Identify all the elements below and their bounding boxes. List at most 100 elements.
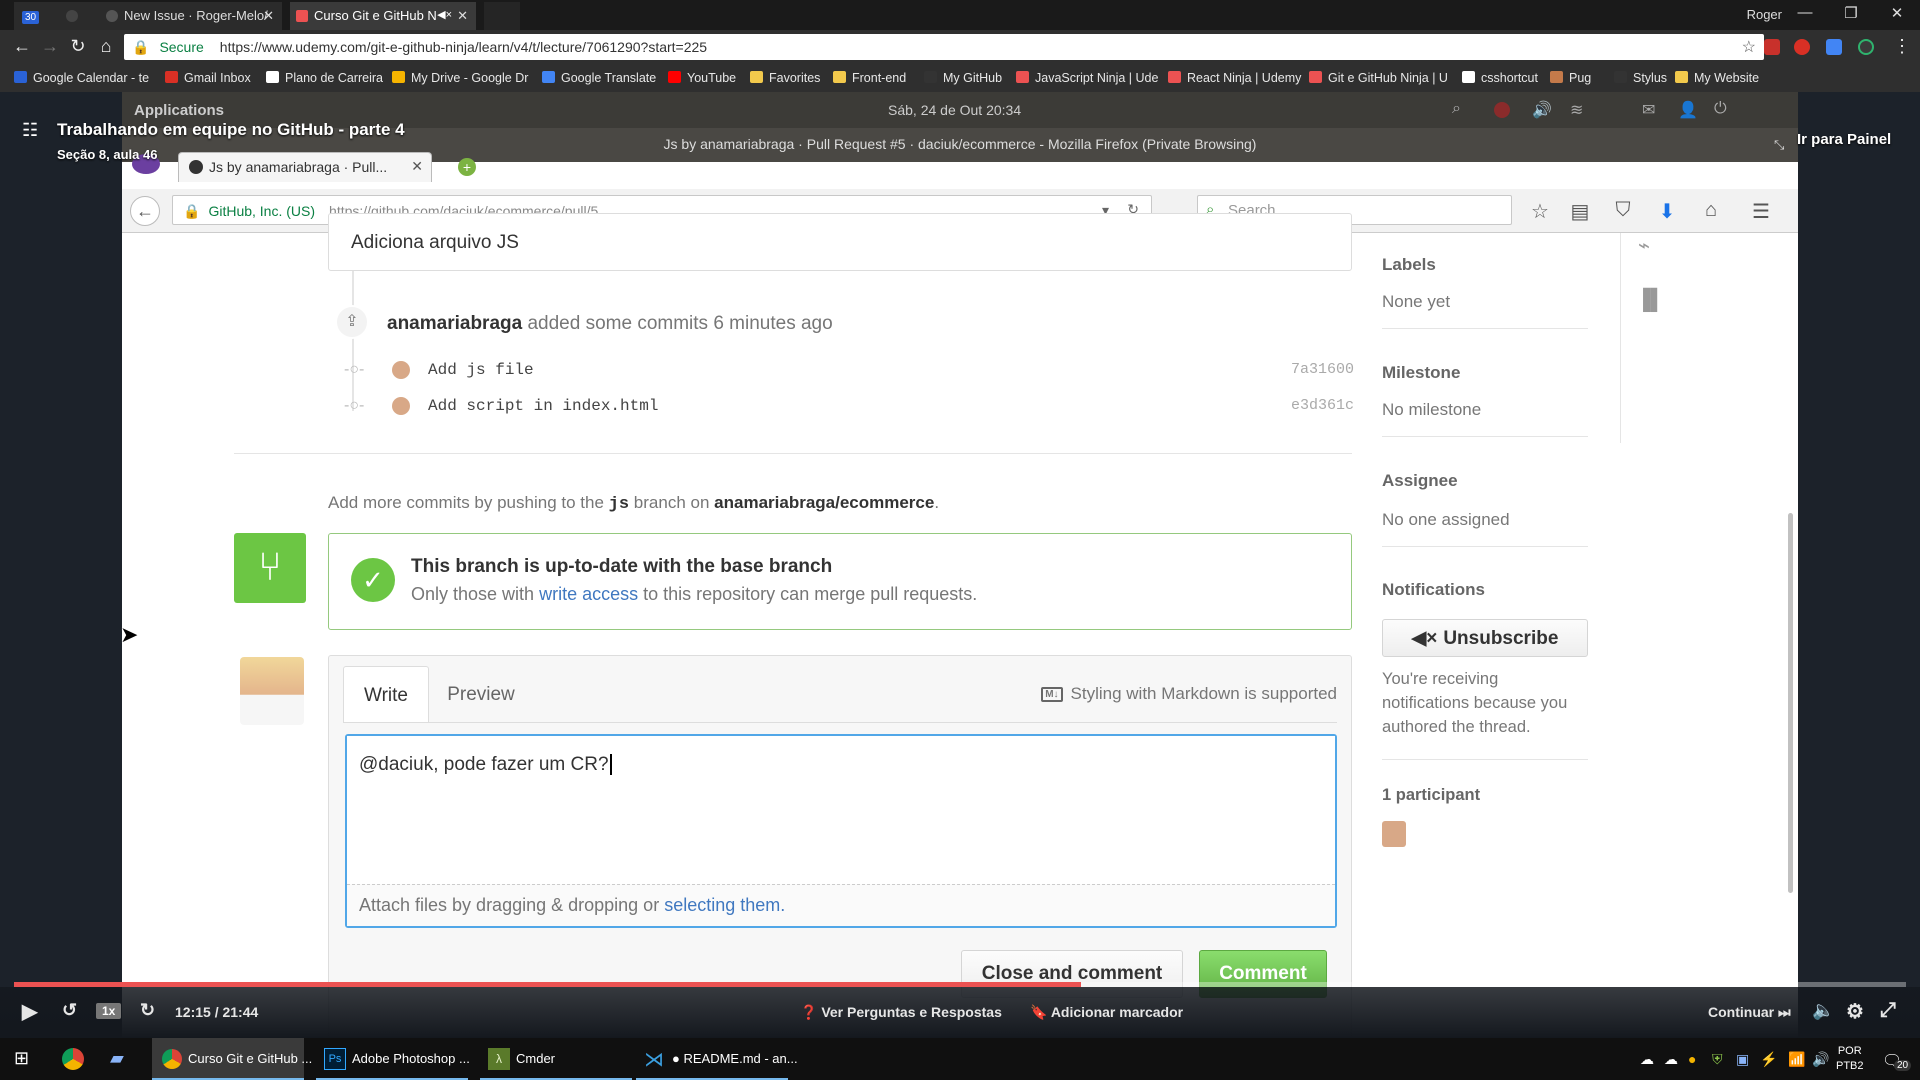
home-icon[interactable]: ⌂ bbox=[1698, 199, 1724, 222]
continue-button[interactable]: Continuar ⏭ bbox=[1708, 1004, 1791, 1021]
restore-icon[interactable]: ❐ bbox=[1836, 4, 1866, 22]
cloud-icon[interactable]: ☁ bbox=[1640, 1038, 1654, 1080]
tab-preview[interactable]: Preview bbox=[433, 666, 529, 722]
graph-icon[interactable]: ▐▌ bbox=[1636, 289, 1664, 312]
pocket-icon[interactable]: ⛉ bbox=[1610, 199, 1636, 222]
settings-gear-icon[interactable]: ⚙ bbox=[1846, 999, 1864, 1024]
play-icon[interactable]: ▶ bbox=[22, 999, 37, 1024]
reading-list-icon[interactable]: ▤ bbox=[1567, 199, 1593, 224]
record-extension-icon[interactable] bbox=[1794, 39, 1810, 55]
bookmark-item[interactable]: My Drive - Google Dr bbox=[392, 71, 528, 85]
curriculum-list-icon[interactable]: ☷ bbox=[22, 120, 38, 141]
taskbar-item-vscode[interactable]: ⋊ ● README.md - an... bbox=[636, 1038, 798, 1080]
bookmark-folder[interactable]: Front-end bbox=[833, 71, 906, 85]
bookmark-item[interactable]: React Ninja | Udemy bbox=[1168, 71, 1301, 85]
taskbar-item-cmder[interactable]: λ Cmder bbox=[480, 1038, 632, 1080]
qa-button[interactable]: ❓ Ver Perguntas e Respostas bbox=[800, 1004, 1002, 1021]
fullscreen-icon[interactable]: ⤢ bbox=[1880, 999, 1896, 1022]
onedrive-icon[interactable]: ☁ bbox=[1664, 1038, 1678, 1080]
taskbar-item-chrome[interactable]: Curso Git e GitHub ... bbox=[152, 1038, 312, 1080]
go-to-dashboard-link[interactable]: Ir para Painel bbox=[1797, 131, 1891, 148]
bookmark-item[interactable]: Google Calendar - te bbox=[14, 71, 149, 85]
comment-textarea[interactable]: @daciuk, pode fazer um CR? bbox=[347, 736, 1335, 884]
scrollbar[interactable] bbox=[1788, 513, 1793, 893]
bookmark-item[interactable]: YouTube bbox=[668, 71, 736, 85]
unsubscribe-button[interactable]: ◀× Unsubscribe bbox=[1382, 619, 1588, 657]
shield-icon[interactable]: ⛨ bbox=[1712, 1038, 1723, 1080]
commit-message[interactable]: Add js file bbox=[428, 361, 534, 379]
avatar[interactable] bbox=[392, 397, 410, 415]
wifi-icon[interactable]: 📶 bbox=[1788, 1038, 1805, 1080]
collapse-icon[interactable]: ⤡ bbox=[1774, 137, 1784, 153]
commits-author[interactable]: anamariabraga bbox=[387, 313, 522, 334]
tab-write[interactable]: Write bbox=[343, 666, 429, 722]
windows-start-icon[interactable]: ⊞ bbox=[14, 1038, 29, 1080]
milestone-heading[interactable]: Milestone bbox=[1382, 363, 1460, 383]
reload-icon[interactable]: ↻ bbox=[66, 36, 90, 57]
forward-icon[interactable]: → bbox=[38, 36, 62, 57]
action-center-icon[interactable]: 🗨 bbox=[1882, 1038, 1902, 1080]
avatar[interactable] bbox=[392, 361, 410, 379]
back-icon[interactable]: ← bbox=[10, 36, 34, 57]
star-icon[interactable]: ☆ bbox=[1527, 199, 1553, 224]
network-icon[interactable]: ⚡ bbox=[1760, 1038, 1777, 1080]
gmail-extension-icon[interactable] bbox=[1764, 39, 1780, 55]
window-close-icon[interactable]: ✕ bbox=[1882, 4, 1912, 22]
close-icon[interactable]: ✕ bbox=[411, 158, 423, 175]
close-icon[interactable]: ✕ bbox=[457, 8, 468, 24]
bookmark-item[interactable]: JavaScript Ninja | Ude bbox=[1016, 71, 1158, 85]
commit-sha[interactable]: e3d361c bbox=[1291, 397, 1354, 414]
address-bar[interactable]: 🔒 Secure https://www.udemy.com/git-e-githu… bbox=[124, 34, 1764, 60]
bookmark-item[interactable]: csshortcut bbox=[1462, 71, 1538, 85]
star-icon[interactable]: ☆ bbox=[1742, 37, 1756, 57]
bookmark-item[interactable]: Git e GitHub Ninja | U bbox=[1309, 71, 1448, 85]
new-tab-button[interactable] bbox=[484, 2, 520, 30]
bookmark-item[interactable]: Stylus bbox=[1614, 71, 1667, 85]
extension-icon[interactable] bbox=[1858, 39, 1874, 55]
volume-icon[interactable]: 🔊 bbox=[1812, 1038, 1829, 1080]
translate-extension-icon[interactable] bbox=[1826, 39, 1842, 55]
rewind-icon[interactable]: ↺ bbox=[62, 1000, 77, 1021]
commenter-avatar[interactable] bbox=[240, 657, 304, 725]
menu-kebab-icon[interactable]: ⋮ bbox=[1890, 36, 1914, 57]
bookmark-item[interactable]: Gmail Inbox bbox=[165, 71, 251, 85]
tab-new-issue[interactable]: New Issue · Roger-Melo/ ✕ bbox=[100, 2, 282, 30]
speaker-mute-icon[interactable]: ◀× bbox=[437, 8, 452, 21]
commit-sha[interactable]: 7a31600 bbox=[1291, 361, 1354, 378]
profile-name[interactable]: Roger bbox=[1747, 7, 1782, 22]
firefox-tab[interactable]: Js by anamariabraga · Pull... ✕ bbox=[178, 152, 432, 182]
commit-message[interactable]: Add script in index.html bbox=[428, 397, 658, 415]
tray-app-icon[interactable]: ● bbox=[1688, 1038, 1696, 1080]
video-frame[interactable]: Applications Sáb, 24 de Out 20:34 ⌕ 🔊 ≋ … bbox=[122, 92, 1798, 1038]
markdown-hint[interactable]: M↓ Styling with Markdown is supported bbox=[1041, 684, 1337, 704]
new-tab-plus-icon[interactable]: + bbox=[458, 158, 476, 176]
participant-avatar[interactable] bbox=[1382, 821, 1406, 847]
pinned-tab-calendar[interactable]: 30 bbox=[14, 2, 60, 30]
bookmark-item[interactable]: My GitHub bbox=[924, 71, 1002, 85]
back-icon[interactable]: ← bbox=[130, 196, 160, 226]
chrome-taskbar-icon[interactable] bbox=[62, 1038, 84, 1080]
video-player[interactable]: Applications Sáb, 24 de Out 20:34 ⌕ 🔊 ≋ … bbox=[0, 92, 1920, 1038]
write-access-link[interactable]: write access bbox=[539, 584, 638, 604]
bookmark-item[interactable]: Google Translate bbox=[542, 71, 656, 85]
assignee-heading[interactable]: Assignee bbox=[1382, 471, 1458, 491]
notepad-taskbar-icon[interactable]: ▰ bbox=[110, 1038, 124, 1080]
bookmark-item[interactable]: Pug bbox=[1550, 71, 1591, 85]
hamburger-menu-icon[interactable]: ☰ bbox=[1748, 199, 1774, 224]
download-icon[interactable]: ⬇ bbox=[1654, 199, 1680, 224]
add-bookmark-button[interactable]: 🔖 Adicionar marcador bbox=[1030, 1004, 1183, 1021]
close-icon[interactable]: ✕ bbox=[263, 8, 274, 24]
attach-files-area[interactable]: Attach files by dragging & dropping or s… bbox=[347, 884, 1335, 926]
tab-udemy-course[interactable]: Curso Git e GitHub N ◀× ✕ bbox=[290, 2, 476, 30]
home-icon[interactable]: ⌂ bbox=[94, 36, 118, 57]
taskbar-item-photoshop[interactable]: Ps Adobe Photoshop ... bbox=[316, 1038, 470, 1080]
language-indicator[interactable]: POR PTB2 bbox=[1836, 1044, 1864, 1074]
forward-icon[interactable]: ↻ bbox=[140, 1000, 155, 1021]
bookmark-folder[interactable]: My Website bbox=[1675, 71, 1759, 85]
minimize-icon[interactable]: — bbox=[1790, 4, 1820, 21]
volume-icon[interactable]: 🔈 bbox=[1812, 1000, 1834, 1021]
pulse-icon[interactable]: ⌁ bbox=[1638, 233, 1650, 258]
select-files-link[interactable]: selecting them. bbox=[664, 895, 785, 915]
tray-display-icon[interactable]: ▣ bbox=[1736, 1038, 1749, 1080]
labels-heading[interactable]: Labels bbox=[1382, 255, 1436, 275]
